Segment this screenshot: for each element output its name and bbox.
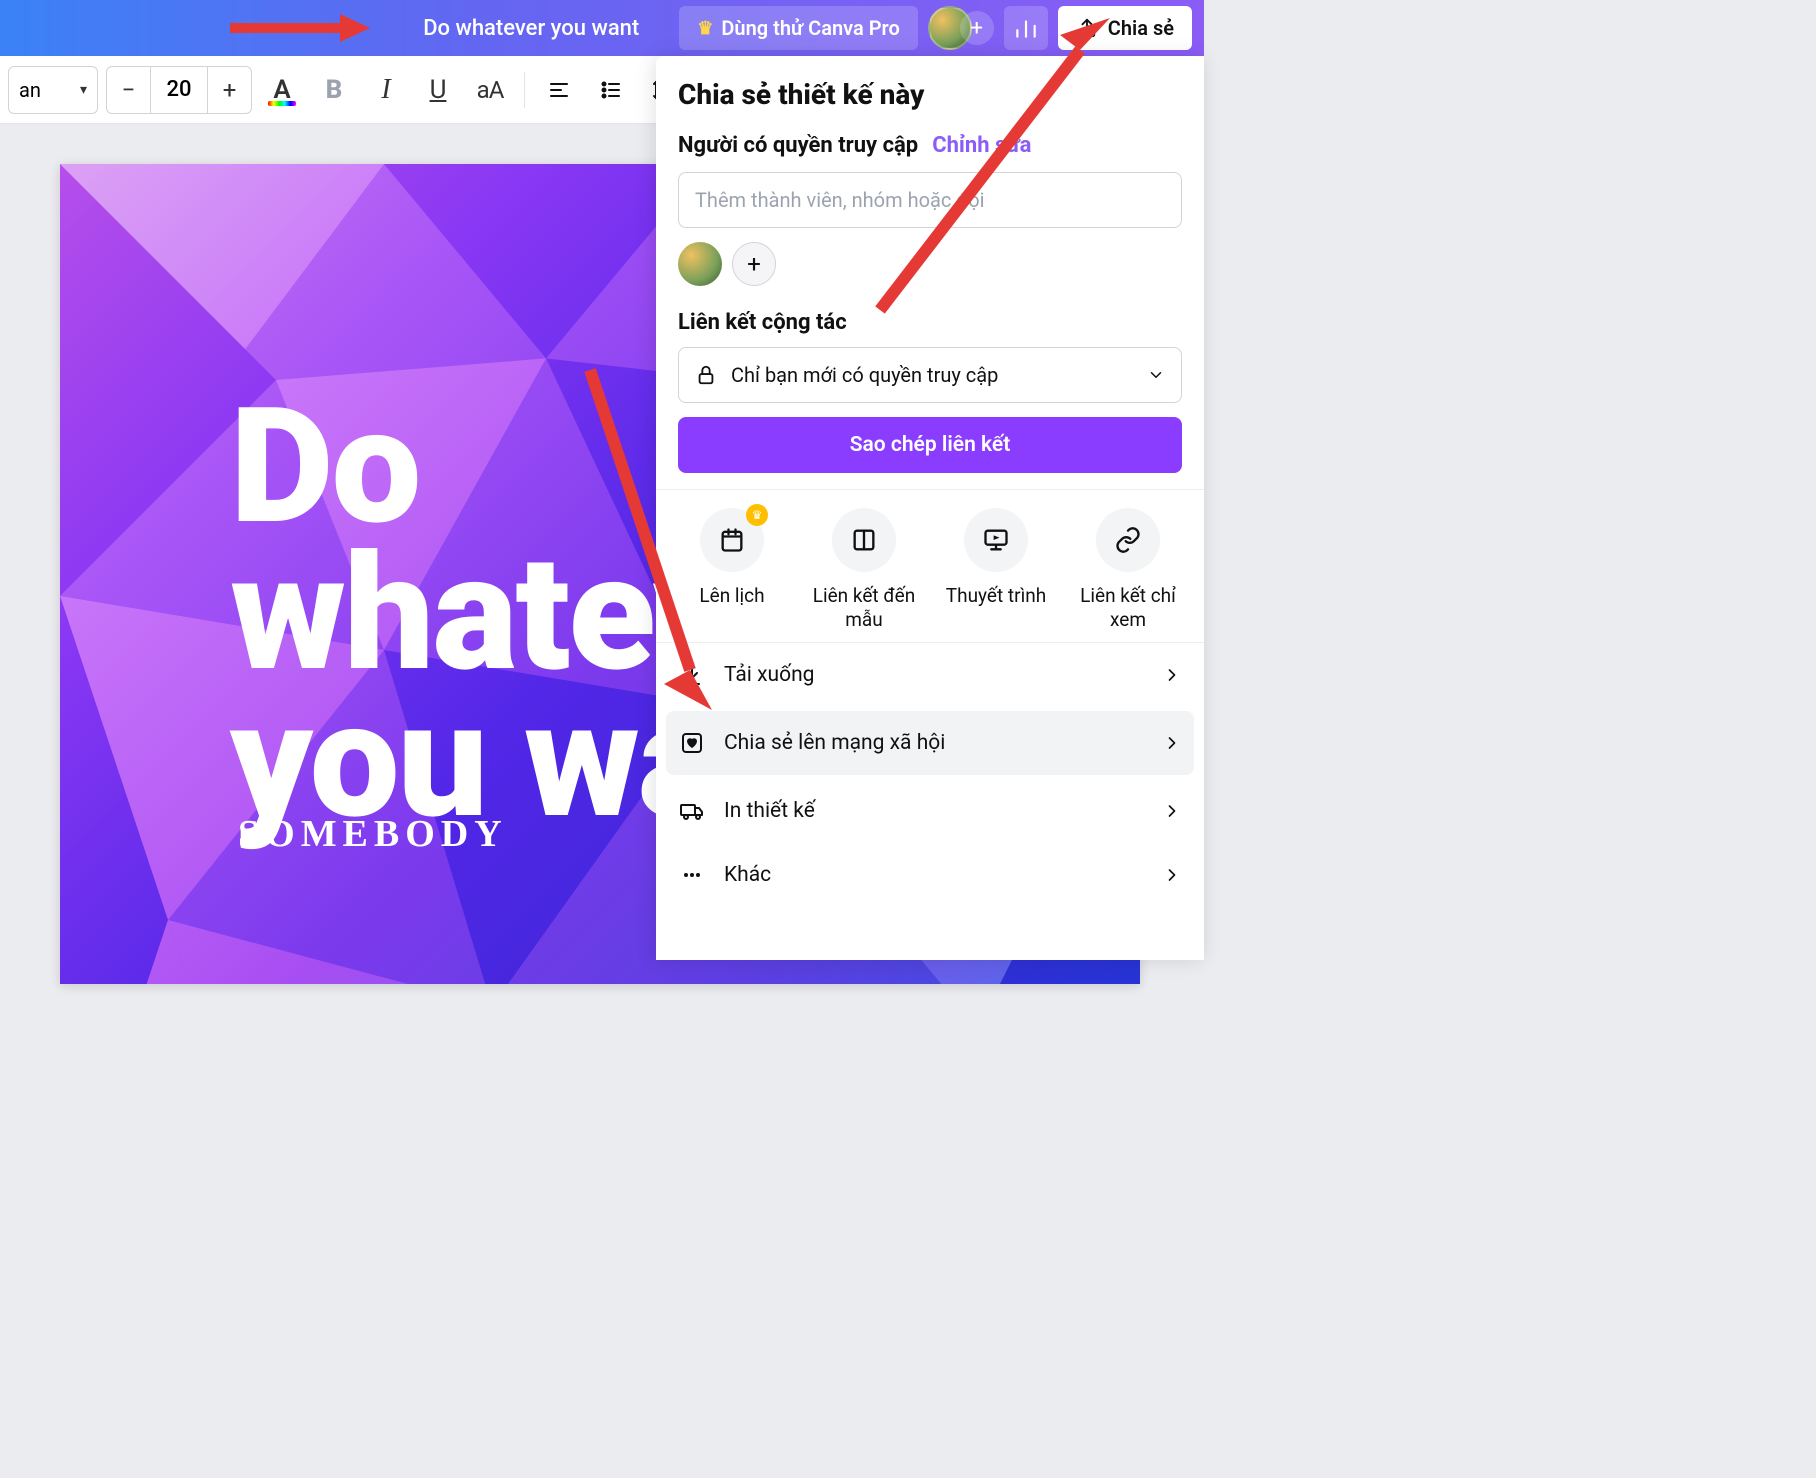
crown-icon: ♛ (697, 18, 713, 39)
text-color-button[interactable]: A (260, 68, 304, 112)
chevron-right-icon (1162, 665, 1182, 685)
presentation-icon (982, 526, 1010, 554)
member-avatar[interactable] (678, 242, 722, 286)
quick-present-label: Thuyết trình (946, 584, 1046, 608)
more-row[interactable]: Khác (656, 843, 1204, 907)
design-title[interactable]: Do whatever you want (423, 16, 639, 41)
quick-present[interactable]: Thuyết trình (931, 508, 1061, 632)
more-label: Khác (724, 863, 771, 887)
annotation-arrow-share (850, 0, 1130, 330)
canvas-subtitle[interactable]: SOMEBODY (238, 812, 508, 856)
chevron-right-icon (1162, 733, 1182, 753)
more-dots-icon (678, 863, 706, 887)
bullet-list-button[interactable] (589, 68, 633, 112)
add-member-button[interactable]: + (732, 242, 776, 286)
heart-icon (678, 731, 706, 755)
pro-badge-icon: ♛ (746, 504, 768, 526)
text-align-button[interactable] (537, 68, 581, 112)
share-social-row[interactable]: Chia sẻ lên mạng xã hội (666, 711, 1194, 775)
font-family-select[interactable]: an ▾ (8, 66, 98, 114)
toolbar-divider (524, 72, 525, 108)
quick-viewonly-label: Liên kết chỉ xem (1063, 584, 1193, 632)
annotation-arrow-title (230, 14, 370, 42)
font-size-increase-button[interactable]: + (207, 67, 251, 113)
truck-icon (678, 799, 706, 823)
link-access-select[interactable]: Chỉ bạn mới có quyền truy cập (678, 347, 1182, 403)
chevron-right-icon (1162, 801, 1182, 821)
template-icon (850, 526, 878, 554)
quick-template-label: Liên kết đến mẫu (799, 584, 929, 632)
annotation-arrow-download (540, 340, 740, 720)
font-size-value[interactable]: 20 (151, 77, 207, 102)
chevron-down-icon: ▾ (80, 82, 87, 98)
list-bullet-icon (599, 78, 623, 102)
font-size-stepper: − 20 + (106, 66, 252, 114)
chevron-down-icon (1147, 366, 1165, 384)
align-left-icon (547, 78, 571, 102)
font-size-decrease-button[interactable]: − (107, 67, 151, 113)
copy-link-label: Sao chép liên kết (850, 433, 1011, 457)
underline-button[interactable]: U (416, 68, 460, 112)
quick-view-only-link[interactable]: Liên kết chỉ xem (1063, 508, 1193, 632)
italic-button[interactable]: I (364, 68, 408, 112)
link-icon (1114, 526, 1142, 554)
link-access-value: Chỉ bạn mới có quyền truy cập (731, 363, 998, 387)
share-social-label: Chia sẻ lên mạng xã hội (724, 731, 945, 755)
print-row[interactable]: In thiết kế (656, 779, 1204, 843)
chevron-right-icon (1162, 865, 1182, 885)
copy-link-button[interactable]: Sao chép liên kết (678, 417, 1182, 473)
quick-template-link[interactable]: Liên kết đến mẫu (799, 508, 929, 632)
font-family-value: an (19, 78, 41, 102)
print-label: In thiết kế (724, 799, 815, 823)
rainbow-underline-icon (268, 101, 296, 106)
text-case-button[interactable]: aA (468, 68, 512, 112)
bold-button[interactable]: B (312, 68, 356, 112)
